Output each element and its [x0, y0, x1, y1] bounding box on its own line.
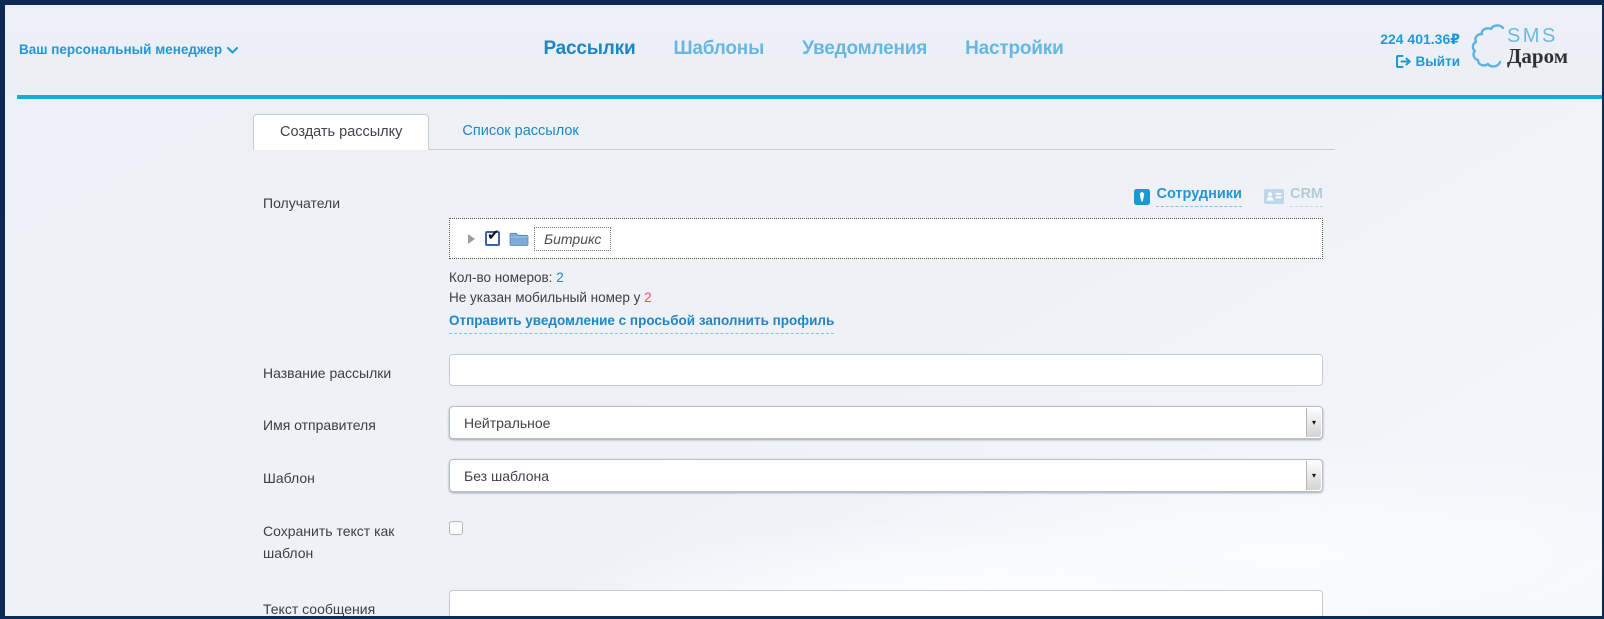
brand-logo: SMS Даром — [1469, 21, 1568, 71]
app-window: Ваш персональный менеджер Рассылки Шабло… — [0, 0, 1604, 619]
message-text-label: Текст сообщения — [263, 601, 376, 617]
tree-node-label[interactable]: Битрикс — [534, 226, 612, 251]
mailing-form: Получатели Сотрудники CRM ✔ Битрикс Кол-… — [5, 184, 1602, 617]
brand-sms: SMS — [1506, 24, 1558, 47]
employees-icon — [1134, 188, 1151, 205]
account-area: 224 401.36₽ Выйти — [1380, 31, 1460, 69]
save-as-template-row: Сохранить текст как шаблон — [263, 512, 1602, 564]
numbers-count-value: 2 — [556, 270, 564, 285]
source-crm-label: CRM — [1289, 186, 1323, 207]
tab-create-mailing[interactable]: Создать рассылку — [253, 114, 430, 150]
sender-label: Имя отправителя — [263, 417, 376, 433]
recipient-counts: Кол-во номеров: 2 Не указан мобильный но… — [449, 268, 1323, 334]
sender-control: Нейтральное ▾ — [449, 406, 1323, 439]
save-as-template-control — [449, 512, 1323, 564]
crm-contact-card-icon — [1263, 189, 1284, 204]
recipients-label: Получатели — [263, 195, 341, 211]
recipients-tree: ✔ Битрикс — [449, 218, 1323, 259]
template-selected-value: Без шаблона — [464, 467, 550, 484]
brand-text: SMS Даром — [1507, 26, 1568, 67]
notify-profile-link[interactable]: Отправить уведомление с просьбой заполни… — [449, 311, 835, 334]
sender-row: Имя отправителя Нейтральное ▾ — [263, 406, 1602, 439]
recipient-sources: Сотрудники CRM — [449, 184, 1323, 207]
tab-mailing-list[interactable]: Список рассылок — [462, 114, 578, 149]
message-text-row: Текст сообщения — [263, 590, 1602, 617]
recipients-control: Сотрудники CRM ✔ Битрикс Кол-во номеров:… — [449, 184, 1323, 334]
nav-item-settings[interactable]: Настройки — [965, 38, 1064, 60]
mailing-name-row: Название рассылки — [263, 354, 1602, 386]
sender-select-arrow-icon[interactable]: ▾ — [1306, 408, 1321, 437]
tree-expand-icon[interactable] — [468, 233, 475, 244]
message-text-control — [449, 590, 1323, 616]
tree-node-checkbox[interactable]: ✔ — [485, 227, 500, 246]
missing-phone-label: Не указан мобильный номер у — [449, 290, 641, 305]
check-mark-icon: ✔ — [487, 227, 500, 244]
folder-icon — [509, 232, 529, 246]
balance-amount: 224 401.36₽ — [1380, 31, 1460, 47]
brand-darom: Даром — [1506, 43, 1568, 68]
nav-item-mailings[interactable]: Рассылки — [543, 38, 635, 60]
save-as-template-label: Сохранить текст как шаблон — [263, 523, 395, 561]
template-control: Без шаблона ▾ — [449, 459, 1323, 492]
template-row: Шаблон Без шаблона ▾ — [263, 459, 1602, 492]
source-employees-label: Сотрудники — [1156, 186, 1242, 207]
numbers-count-label: Кол-во номеров: — [449, 270, 553, 285]
message-text-input[interactable] — [449, 590, 1323, 616]
template-select-arrow-icon[interactable]: ▾ — [1306, 461, 1321, 490]
missing-phone-value: 2 — [644, 290, 652, 305]
nav-item-templates[interactable]: Шаблоны — [673, 38, 764, 60]
logout-label: Выйти — [1415, 54, 1461, 69]
main-nav: Рассылки Шаблоны Уведомления Настройки — [5, 38, 1602, 60]
template-label: Шаблон — [263, 470, 315, 486]
sender-select[interactable]: Нейтральное ▾ — [449, 406, 1323, 439]
source-crm-toggle[interactable]: CRM — [1263, 186, 1323, 207]
save-as-template-checkbox[interactable] — [449, 521, 463, 535]
sender-selected-value: Нейтральное — [464, 414, 551, 431]
numbers-count-line: Кол-во номеров: 2 — [449, 268, 1323, 288]
tab-bar: Создать рассылку Список рассылок — [253, 113, 1335, 150]
main-content: Создать рассылку Список рассылок Получат… — [5, 99, 1602, 617]
logout-icon — [1395, 55, 1411, 68]
source-employees-toggle[interactable]: Сотрудники — [1134, 186, 1242, 207]
recipients-row: Получатели Сотрудники CRM ✔ Битрикс Кол-… — [263, 184, 1602, 334]
missing-phone-line: Не указан мобильный номер у 2 — [449, 288, 1323, 308]
mailing-name-input[interactable] — [449, 354, 1323, 386]
mailing-name-control — [449, 354, 1323, 386]
template-select[interactable]: Без шаблона ▾ — [449, 459, 1323, 492]
logout-button[interactable]: Выйти — [1380, 54, 1460, 69]
mailing-name-label: Название рассылки — [263, 365, 392, 381]
tree-node: Битрикс — [509, 226, 612, 251]
nav-item-notifications[interactable]: Уведомления — [802, 38, 927, 60]
header: Ваш персональный менеджер Рассылки Шабло… — [5, 5, 1602, 95]
